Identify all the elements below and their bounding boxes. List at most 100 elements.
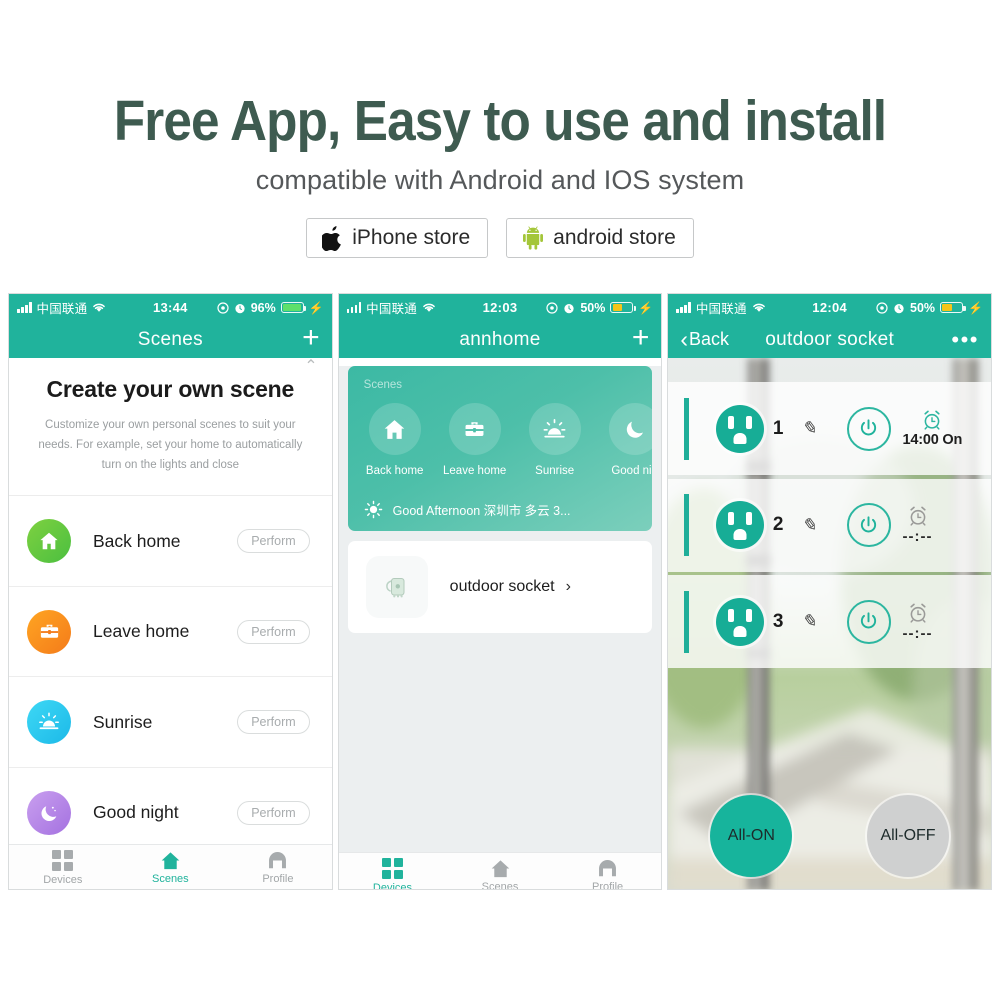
power-toggle-button[interactable] xyxy=(846,599,891,644)
add-scene-button[interactable]: + xyxy=(302,322,320,357)
device-row-outdoor-socket[interactable]: outdoor socket › xyxy=(347,541,653,633)
socket-row[interactable]: 2 ✎ --:-- xyxy=(668,478,992,572)
create-scene-hero: ⌃ Create your own scene Customize your o… xyxy=(9,356,332,497)
iphone-store-button[interactable]: iPhone store xyxy=(306,218,489,259)
scene-row-sunrise[interactable]: Sunrise Perform xyxy=(9,677,332,768)
perform-button[interactable]: Perform xyxy=(237,800,310,825)
briefcase-icon xyxy=(27,609,71,654)
socket-number: 2 xyxy=(772,514,784,535)
home-icon xyxy=(368,403,421,455)
scene-shortcut-label: Sunrise xyxy=(535,465,575,477)
active-indicator xyxy=(684,494,689,556)
scenes-body: ⌃ Create your own scene Customize your o… xyxy=(9,356,332,889)
battery-icon xyxy=(280,301,307,314)
scene-shortcut-sunrise[interactable]: Sunrise xyxy=(516,403,594,477)
power-icon xyxy=(860,419,877,436)
power-toggle-button[interactable] xyxy=(846,406,891,451)
back-button[interactable]: ‹ Back xyxy=(680,328,730,351)
hero-heading: Create your own scene xyxy=(46,376,295,402)
tab-label: Scenes xyxy=(151,873,189,885)
scene-row-back-home[interactable]: Back home Perform xyxy=(9,496,332,587)
home-icon xyxy=(27,519,71,564)
sunrise-icon xyxy=(27,700,71,745)
apple-icon xyxy=(322,225,343,251)
charging-bolt-icon: ⚡ xyxy=(308,300,324,315)
battery-percent: 96% xyxy=(250,300,276,315)
chevron-up-icon[interactable]: ⌃ xyxy=(304,356,317,376)
perform-button[interactable]: Perform xyxy=(237,619,310,644)
moon-icon xyxy=(27,790,71,835)
socket-outlet-icon xyxy=(715,597,764,646)
socket-row[interactable]: 1 ✎ 14:00 On xyxy=(668,382,992,475)
edit-pencil-icon[interactable]: ✎ xyxy=(801,611,816,632)
android-store-button[interactable]: android store xyxy=(506,218,694,259)
timer-display[interactable]: 14:00 On xyxy=(903,409,962,448)
alarm-clock-icon xyxy=(909,603,926,623)
socket-outlet-icon xyxy=(715,501,764,549)
home-icon xyxy=(161,852,180,870)
power-icon xyxy=(860,515,877,532)
android-store-label: android store xyxy=(553,226,676,250)
chevron-right-icon: › xyxy=(565,578,571,595)
tab-devices[interactable]: Devices xyxy=(339,853,447,890)
alarm-clock-icon xyxy=(924,410,940,430)
socket-number: 3 xyxy=(772,610,784,632)
tab-scenes[interactable]: Scenes xyxy=(117,845,225,889)
phone-screenshot-devices: 中国联通 12:03 50% ⚡ annhome + Scenes Back h… xyxy=(337,293,663,890)
phone-screenshot-scenes: 中国联通 13:44 96% ⚡ Scenes + ⌃ Create your … xyxy=(8,293,333,890)
add-device-button[interactable]: + xyxy=(632,322,650,357)
timer-display[interactable]: --:-- xyxy=(903,505,933,545)
tab-devices[interactable]: Devices xyxy=(9,845,117,889)
tab-label: Profile xyxy=(591,881,624,890)
weather-strip: Good Afternoon 深圳市 多云 3... xyxy=(364,500,571,519)
active-indicator xyxy=(684,590,689,653)
profile-icon xyxy=(269,852,287,869)
scene-label: Leave home xyxy=(93,621,190,642)
page-title: Free App, Easy to use and install xyxy=(113,89,887,153)
socket-device-icon xyxy=(365,556,428,618)
status-bar: 中国联通 13:44 96% ⚡ xyxy=(9,294,332,321)
nav-bar: annhome + xyxy=(338,321,662,358)
scene-shortcut-good-night[interactable]: Good nig xyxy=(596,403,653,477)
tab-profile[interactable]: Profile xyxy=(224,845,332,889)
more-options-button[interactable]: ••• xyxy=(951,328,979,350)
all-control-buttons: All-ON All-OFF xyxy=(668,795,991,877)
alarm-clock-icon xyxy=(909,506,926,526)
nav-bar: ‹ Back outdoor socket ••• xyxy=(668,321,992,358)
tab-scenes[interactable]: Scenes xyxy=(446,853,554,889)
sun-icon xyxy=(364,500,382,519)
status-bar: 中国联通 12:04 50% ⚡ xyxy=(668,294,992,321)
phone-screenshot-socket-detail: 中国联通 12:04 50% ⚡ ‹ Back outdoor socket •… xyxy=(667,293,993,890)
grid-icon xyxy=(381,858,403,879)
alarm-icon xyxy=(564,303,574,313)
moon-icon xyxy=(608,403,653,455)
power-toggle-button[interactable] xyxy=(846,503,891,547)
weather-text: Good Afternoon 深圳市 多云 3... xyxy=(392,504,571,518)
timer-display[interactable]: --:-- xyxy=(903,602,933,642)
hero-body: Customize your own personal scenes to su… xyxy=(38,419,303,471)
tab-label: Devices xyxy=(372,882,413,890)
location-icon xyxy=(876,301,888,314)
perform-button[interactable]: Perform xyxy=(237,710,310,735)
iphone-store-label: iPhone store xyxy=(352,226,471,250)
scene-shortcut-leave-home[interactable]: Leave home xyxy=(436,403,514,477)
store-buttons: iPhone store android store xyxy=(0,218,1000,259)
battery-icon xyxy=(940,301,966,314)
tab-bar: Devices Scenes Profile xyxy=(338,852,662,890)
back-label: Back xyxy=(689,329,730,349)
scene-row-leave-home[interactable]: Leave home Perform xyxy=(9,587,332,678)
home-icon xyxy=(491,860,509,878)
all-off-button[interactable]: All-OFF xyxy=(867,795,950,877)
edit-pencil-icon[interactable]: ✎ xyxy=(801,418,816,439)
perform-button[interactable]: Perform xyxy=(237,529,310,554)
all-on-button[interactable]: All-ON xyxy=(710,795,793,877)
scene-shortcut-back-home[interactable]: Back home xyxy=(356,403,434,477)
alarm-icon xyxy=(235,303,245,313)
scenes-shortcut-list: Back home Leave home Sunrise Good ni xyxy=(348,391,653,477)
socket-row[interactable]: 3 ✎ --:-- xyxy=(668,575,992,668)
edit-pencil-icon[interactable]: ✎ xyxy=(801,515,816,536)
tab-profile[interactable]: Profile xyxy=(554,853,662,890)
battery-percent: 50% xyxy=(910,300,936,315)
status-bar: 中国联通 12:03 50% ⚡ xyxy=(338,294,662,321)
power-icon xyxy=(860,612,877,629)
